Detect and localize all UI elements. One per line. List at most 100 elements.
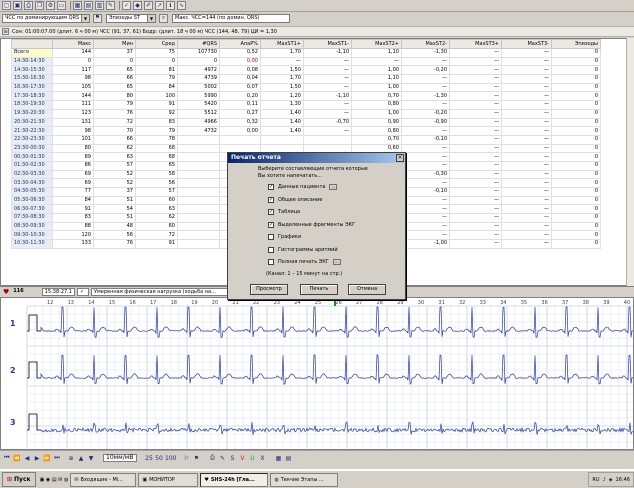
column-header[interactable]: Мин [93, 39, 136, 49]
copy-icon[interactable]: ❐ [35, 1, 44, 10]
zoom-icon[interactable]: ⊕ [67, 454, 75, 463]
report-option[interactable]: Полная печать ЭКГ… [268, 259, 341, 265]
preview-button[interactable]: Просмотр [250, 284, 288, 295]
option-settings-button[interactable]: … [332, 259, 341, 265]
info-icon[interactable]: ℹ [166, 1, 175, 10]
print-icon[interactable]: ⎙ [24, 1, 33, 10]
amplitude-down-icon[interactable]: ▼ [87, 454, 95, 463]
report-option[interactable]: Графики [268, 234, 301, 240]
speed-100-button[interactable]: 100 [165, 454, 176, 463]
start-button[interactable]: ⊞ Пуск [2, 472, 36, 487]
column-header[interactable]: MaxST2+ [351, 39, 402, 49]
scale-field[interactable]: 10мм/мВ [103, 454, 137, 462]
settings-icon[interactable]: ⚙ [46, 1, 55, 10]
trend-icon[interactable]: ↗ [155, 1, 164, 10]
taskbar-task[interactable]: ♥ SHS-24h [Гла... [200, 472, 269, 487]
chevron-down-icon[interactable]: ▼ [147, 14, 155, 22]
print-button[interactable]: Печать [300, 284, 338, 295]
search-icon[interactable]: ⌕ [159, 13, 168, 23]
flag-red-icon[interactable]: ⚑ [192, 454, 200, 463]
table-row[interactable]: 22:30-23:30 101 66 78 0,70 -0,10— —0 [11, 134, 601, 145]
checkbox-checked[interactable]: ✓ [268, 196, 274, 203]
save-icon[interactable]: ▣ [13, 1, 22, 10]
beat-v-icon[interactable]: V [238, 454, 246, 463]
beat-s-icon[interactable]: S [228, 454, 236, 463]
speed-25-button[interactable]: 25 [145, 454, 153, 463]
list-icon[interactable]: ≡ [2, 28, 9, 35]
grid-icon[interactable]: ▦ [274, 454, 282, 463]
column-header[interactable]: MaxST3+ [449, 39, 502, 49]
option-settings-button[interactable]: … [329, 184, 338, 190]
checkbox-checked[interactable]: ✓ [268, 184, 274, 190]
column-header[interactable]: #QRS [177, 39, 220, 49]
ecg-strip-panel[interactable]: 12 13 14 15 16 17 18 19 20 21 22 23 24 25 26 27 28 29 30 31… [0, 297, 634, 450]
step-forward-icon[interactable]: ▶ [33, 454, 41, 463]
beat-u-icon[interactable]: U [248, 454, 256, 463]
filter-icon[interactable]: ⚑ [93, 13, 102, 23]
lang-indicator[interactable]: RU [592, 477, 599, 483]
open2-icon[interactable]: ▭ [57, 1, 66, 10]
checkbox-unchecked[interactable] [268, 259, 274, 265]
last-page-icon[interactable]: ⏭ [53, 454, 61, 463]
print-icon[interactable]: ⎙ [208, 454, 216, 463]
report-option[interactable]: ✓ Выделенные фрагменты ЭКГ [268, 221, 355, 228]
checkbox-checked[interactable]: ✓ [268, 209, 274, 215]
pen-icon[interactable]: ✐ [144, 1, 153, 10]
table-row-total[interactable]: Всего 144 37 75 107730 0,52 1,70 -1,10 1,10 -1,30… [11, 48, 601, 58]
edit-icon[interactable]: ✎ [106, 1, 115, 10]
table-row[interactable]: 21:30-22:30 98 70 79 4732 0,00 1,40—0,80— — —0 [11, 126, 601, 136]
forward-fast-icon[interactable]: ⏩ [43, 454, 51, 463]
taskbar-task[interactable]: ✉ Входящие - Mi... [70, 472, 137, 487]
report-option[interactable]: ✓ Таблица [268, 209, 300, 215]
speed-50-button[interactable]: 50 [155, 454, 163, 463]
table-row[interactable]: 15:30-16:30 98 66 79 4739 0,04 1,70—1,10— — —0 [11, 74, 601, 84]
column-header[interactable]: MaxST3- [501, 39, 552, 49]
column-header[interactable]: Эпизоды [551, 39, 601, 49]
checkbox-checked[interactable]: ✓ [268, 221, 274, 228]
table-row[interactable]: 20:30-21:30 131 72 83 4966 0,32 1,40 -0,70 0,90-… [11, 117, 601, 128]
step-back-icon[interactable]: ◀ [23, 454, 31, 463]
rewind-fast-icon[interactable]: ⏪ [13, 454, 21, 463]
chart-icon[interactable]: ▥ [95, 1, 104, 10]
group-select[interactable]: ЧСС по доминирующим QRS ▼ [2, 13, 90, 23]
grid-icon[interactable]: ▦ [73, 1, 82, 10]
episodes-select[interactable]: Эпизоды ST ▼ [106, 13, 156, 23]
cancel-button[interactable]: Отмена [348, 284, 386, 295]
beat-x-icon[interactable]: X [258, 454, 266, 463]
network-icon[interactable]: ◈ [609, 477, 613, 483]
report-option[interactable]: ✓ Данные пациента… [268, 184, 338, 190]
column-header[interactable]: Макс [52, 39, 94, 49]
column-header[interactable]: MaxST2- [401, 39, 450, 49]
table-icon[interactable]: ▤ [84, 1, 93, 10]
table-row[interactable]: 17:30-18:30 144 80 100 5990 0,20 1,20 -1,10 0,70… [11, 91, 601, 102]
marker-icon[interactable]: ◆ [133, 1, 142, 10]
check-icon[interactable]: ✓ [76, 288, 89, 296]
ecg-comment[interactable]: Умеренная физическая нагрузка (ходьба на… [90, 288, 241, 296]
ecg-icon[interactable]: ∿ [177, 1, 186, 10]
open-icon[interactable]: ▢ [2, 1, 11, 10]
table-row[interactable]: 19:30-20:30 123 76 92 5512 0,27 1,40—1,00 -0,20… [11, 108, 601, 119]
report-option[interactable]: ✓ Общее описание [268, 196, 322, 203]
volume-icon[interactable]: ♪ [603, 477, 606, 483]
table-scrollbar[interactable] [626, 38, 634, 286]
layout-icon[interactable]: ▤ [284, 454, 292, 463]
report-option[interactable]: Гистограммы аритмий [268, 246, 338, 253]
chevron-down-icon[interactable]: ▼ [81, 14, 89, 22]
close-icon[interactable]: × [396, 154, 404, 162]
checkbox-unchecked[interactable] [268, 246, 274, 253]
column-header[interactable]: MaxST1- [303, 39, 352, 49]
amplitude-up-icon[interactable]: ▲ [77, 454, 85, 463]
checkbox-unchecked[interactable] [268, 234, 274, 240]
quicklaunch-icons[interactable]: ▣ ◉ ▤ ✉ ◍ [40, 477, 69, 483]
first-page-icon[interactable]: ⏮ [3, 454, 11, 463]
column-header[interactable]: МахST1+ [260, 39, 304, 49]
taskbar-task[interactable]: ▣ МОНИТОР [138, 472, 199, 487]
table-row[interactable]: 16:30-17:30 105 65 84 5002 0,07 1,50—1,00— — —0 [11, 82, 601, 93]
table-row[interactable]: 18:30-19:30 111 79 91 5420 0,11 1,30—0,80— — —0 [11, 100, 601, 110]
flag-icon[interactable]: ⚐ [182, 454, 190, 463]
check-icon[interactable]: ✓ [122, 1, 131, 10]
table-row[interactable]: 14:30-15:30 117 65 81 4972 0,08 1,50—1,00 -0,20… [11, 65, 601, 76]
table-row[interactable]: 14:30-14:30 0 0 0 0 0,00— — — — — —0 [11, 56, 601, 67]
dialog-title-bar[interactable]: Печать отчета [228, 153, 405, 163]
column-header[interactable]: АпаР% [219, 39, 261, 49]
